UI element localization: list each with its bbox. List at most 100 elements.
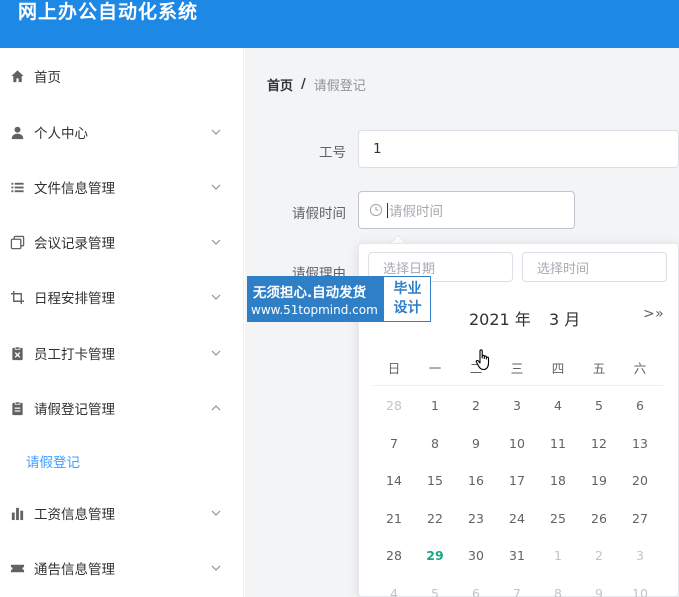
clipboard-x-icon <box>9 345 25 361</box>
calendar-day[interactable]: 20 <box>625 473 655 488</box>
sidebar-item-label: 文件信息管理 <box>34 181 115 197</box>
weekday-label: 六 <box>633 361 647 376</box>
calendar-day[interactable]: 28 <box>379 398 409 413</box>
watermark-right-line1: 毕业 <box>393 281 422 297</box>
calendar-day[interactable]: 1 <box>420 398 450 413</box>
chevron-down-icon <box>211 294 221 300</box>
weekday-label: 四 <box>551 361 565 376</box>
calendar-day[interactable]: 17 <box>502 473 532 488</box>
crop-icon <box>9 289 25 305</box>
calendar-day[interactable]: 16 <box>461 473 491 488</box>
calendar-day[interactable]: 9 <box>461 436 491 451</box>
calendar-day[interactable]: 1 <box>543 548 573 563</box>
calendar-day[interactable]: 8 <box>543 586 573 597</box>
sidebar-item-notices[interactable]: 通告信息管理 <box>0 546 244 590</box>
calendar-day[interactable]: 2 <box>461 398 491 413</box>
calendar-day[interactable]: 3 <box>625 548 655 563</box>
calendar-day[interactable]: 13 <box>625 436 655 451</box>
sidebar-item-files[interactable]: 文件信息管理 <box>0 165 244 209</box>
breadcrumb-current: 请假登记 <box>313 79 366 94</box>
watermark-banner: 无须担心.自动发货 www.51topmind.com 毕业 设计 <box>247 276 431 322</box>
calendar-day[interactable]: 2 <box>584 548 614 563</box>
sidebar-item-label: 日程安排管理 <box>34 291 115 307</box>
breadcrumb-separator: / <box>301 77 306 92</box>
sidebar-item-attendance[interactable]: 员工打卡管理 <box>0 331 244 375</box>
calendar-day[interactable]: 19 <box>584 473 614 488</box>
sidebar-item-meetings[interactable]: 会议记录管理 <box>0 220 244 264</box>
home-icon <box>9 68 25 84</box>
bar-chart-icon <box>9 505 25 521</box>
calendar-day[interactable]: 18 <box>543 473 573 488</box>
calendar-day[interactable]: 15 <box>420 473 450 488</box>
time-input-placeholder: 选择时间 <box>537 261 590 277</box>
sidebar-item-label: 会议记录管理 <box>34 236 115 252</box>
top-header: 网上办公自动化系统 <box>0 0 679 48</box>
time-input[interactable]: 选择时间 <box>522 252 667 282</box>
user-icon <box>9 124 25 140</box>
chevron-up-icon <box>211 405 221 411</box>
sidebar-item-label: 个人中心 <box>34 126 88 142</box>
calendar-day[interactable]: 29 <box>420 548 450 563</box>
sidebar-item-home[interactable]: 首页 <box>0 54 244 98</box>
calendar-day[interactable]: 30 <box>461 548 491 563</box>
list-icon <box>9 179 25 195</box>
app-title: 网上办公自动化系统 <box>18 1 199 23</box>
sidebar-item-leave[interactable]: 请假登记管理 <box>0 386 244 430</box>
calendar-day[interactable]: 10 <box>625 586 655 597</box>
calendar-day[interactable]: 5 <box>420 586 450 597</box>
chevron-down-icon <box>211 129 221 135</box>
sidebar-item-salary[interactable]: 工资信息管理 <box>0 491 244 535</box>
next-month-year-buttons[interactable]: > » <box>643 306 664 322</box>
month-label[interactable]: 3 月 <box>549 310 580 329</box>
calendar-day[interactable]: 4 <box>543 398 573 413</box>
leave-time-input[interactable]: 请假时间 <box>358 191 575 229</box>
calendar-day[interactable]: 10 <box>502 436 532 451</box>
text-caret <box>387 202 388 218</box>
calendar-day[interactable]: 5 <box>584 398 614 413</box>
weekday-label: 一 <box>428 361 442 376</box>
calendar-day[interactable]: 14 <box>379 473 409 488</box>
ticket-icon <box>9 560 25 576</box>
breadcrumb-home[interactable]: 首页 <box>267 75 293 94</box>
employee-id-value: 1 <box>373 141 382 157</box>
calendar-day[interactable]: 24 <box>502 511 532 526</box>
calendar-day[interactable]: 22 <box>420 511 450 526</box>
calendar-day[interactable]: 6 <box>461 586 491 597</box>
employee-id-input[interactable]: 1 <box>358 130 679 168</box>
calendar-day[interactable]: 6 <box>625 398 655 413</box>
calendar-day[interactable]: 21 <box>379 511 409 526</box>
calendar-day[interactable]: 8 <box>420 436 450 451</box>
calendar-day[interactable]: 11 <box>543 436 573 451</box>
calendar-day[interactable]: 23 <box>461 511 491 526</box>
sidebar-subitem-leave-register[interactable]: 请假登记 <box>0 439 244 483</box>
calendar-day[interactable]: 28 <box>379 548 409 563</box>
calendar-day[interactable]: 27 <box>625 511 655 526</box>
year-label[interactable]: 2021 年 <box>469 310 531 329</box>
calendar-day[interactable]: 7 <box>379 436 409 451</box>
calendar-day[interactable]: 31 <box>502 548 532 563</box>
calendar-day[interactable]: 25 <box>543 511 573 526</box>
sidebar-item-label: 请假登记管理 <box>34 402 115 418</box>
weekday-label: 三 <box>510 361 524 376</box>
clock-icon <box>369 203 383 217</box>
calendar-day[interactable]: 12 <box>584 436 614 451</box>
sidebar-item-label: 请假登记 <box>26 455 80 471</box>
employee-id-label: 工号 <box>319 145 346 161</box>
calendar-day[interactable]: 26 <box>584 511 614 526</box>
sidebar-item-schedule[interactable]: 日程安排管理 <box>0 275 244 319</box>
weekday-label: 五 <box>592 361 606 376</box>
calendar-day[interactable]: 4 <box>379 586 409 597</box>
calendar-day[interactable]: 3 <box>502 398 532 413</box>
document-icon <box>9 400 25 416</box>
sidebar-item-personal[interactable]: 个人中心 <box>0 110 244 154</box>
leave-time-placeholder: 请假时间 <box>389 204 443 220</box>
calendar-day[interactable]: 9 <box>584 586 614 597</box>
sidebar-item-label: 员工打卡管理 <box>34 347 115 363</box>
calendar-day[interactable]: 7 <box>502 586 532 597</box>
leave-time-label: 请假时间 <box>292 206 346 222</box>
sidebar-item-label: 通告信息管理 <box>34 562 115 578</box>
copy-icon <box>9 234 25 250</box>
chevron-down-icon <box>211 184 221 190</box>
sidebar-item-label: 工资信息管理 <box>34 507 115 523</box>
weekday-label: 日 <box>387 361 401 376</box>
